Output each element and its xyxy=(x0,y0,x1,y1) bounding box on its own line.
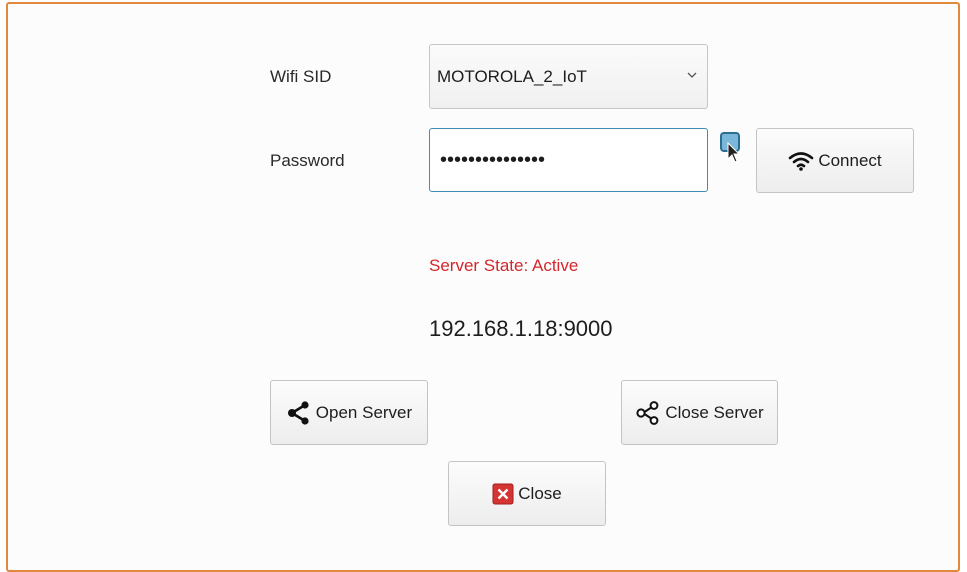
wifi-icon xyxy=(789,151,814,171)
mouse-cursor-icon xyxy=(727,142,741,163)
close-server-button[interactable]: Close Server xyxy=(621,380,778,445)
server-address: 192.168.1.18:9000 xyxy=(429,316,613,341)
server-state-text: Server State: Active xyxy=(429,256,579,275)
password-value: ••••••••••••••• xyxy=(440,148,546,171)
open-server-button[interactable]: Open Server xyxy=(270,380,428,445)
share-outline-icon xyxy=(636,400,659,425)
share-icon xyxy=(287,400,309,425)
password-field[interactable]: ••••••••••••••• xyxy=(429,128,708,192)
close-label: Close xyxy=(518,483,562,503)
close-x-icon xyxy=(492,483,514,504)
password-label: Password xyxy=(270,151,345,170)
close-server-label: Close Server xyxy=(665,402,764,422)
connect-label: Connect xyxy=(818,150,882,170)
wifi-sid-select[interactable]: MOTOROLA_2_IoT xyxy=(429,44,708,109)
app-window: Wifi SID MOTOROLA_2_IoT Password •••••••… xyxy=(0,0,967,572)
close-button[interactable]: Close xyxy=(448,461,606,526)
connect-button[interactable]: Connect xyxy=(756,128,914,193)
wifi-sid-label: Wifi SID xyxy=(270,67,332,86)
chevron-down-icon xyxy=(687,72,697,78)
open-server-label: Open Server xyxy=(315,402,413,422)
wifi-sid-value: MOTOROLA_2_IoT xyxy=(437,66,587,86)
